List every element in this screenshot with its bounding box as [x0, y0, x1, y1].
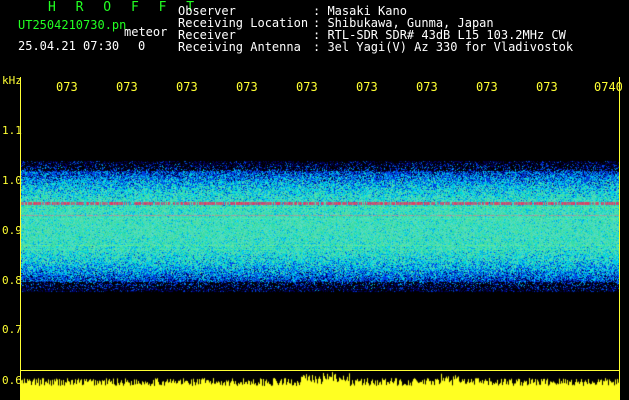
y-tick-label: 1.1 — [2, 124, 22, 137]
date-time: 25.04.21 07:30 — [18, 39, 120, 53]
meteor-label: meteor — [124, 25, 168, 39]
x-tick-label: 073 — [236, 80, 258, 94]
y-tick-label: 0.7 — [2, 323, 22, 336]
y-tick-label: 0.9 — [2, 224, 22, 237]
antenna-label: Receiving Antenna — [178, 40, 301, 54]
antenna-value: : 3el Yagi(V) Az 330 for Vladivostok — [313, 40, 574, 54]
x-tick-label: 073 — [536, 80, 558, 94]
x-tick-label: 073 — [56, 80, 78, 94]
signal-strength-bars — [20, 368, 620, 400]
x-tick-label: 073 — [176, 80, 198, 94]
file-name: UT2504210730.pn — [18, 18, 127, 32]
info-labels: Observer Receiving Location Receiver Rec… — [178, 5, 308, 53]
waterfall-spectrogram — [21, 99, 619, 299]
meteor-count: 0 — [138, 39, 146, 53]
x-tick-label: 073 — [296, 80, 318, 94]
y-tick-label: 0.6 — [2, 374, 22, 387]
y-tick-label: 1.0 — [2, 174, 22, 187]
x-tick-label: 073 — [416, 80, 438, 94]
x-tick-label: 073 — [356, 80, 378, 94]
y-tick-label: 0.8 — [2, 274, 22, 287]
x-tick-label: 073 — [116, 80, 138, 94]
info-values: : Masaki Kano : Shibukawa, Gunma, Japan … — [313, 5, 573, 53]
y-axis-unit: kHz — [2, 74, 22, 87]
x-tick-label: 0740 — [594, 80, 623, 94]
hroft-display: H R O F F T UT2504210730.pn meteor 25.04… — [0, 0, 629, 400]
x-tick-label: 073 — [476, 80, 498, 94]
